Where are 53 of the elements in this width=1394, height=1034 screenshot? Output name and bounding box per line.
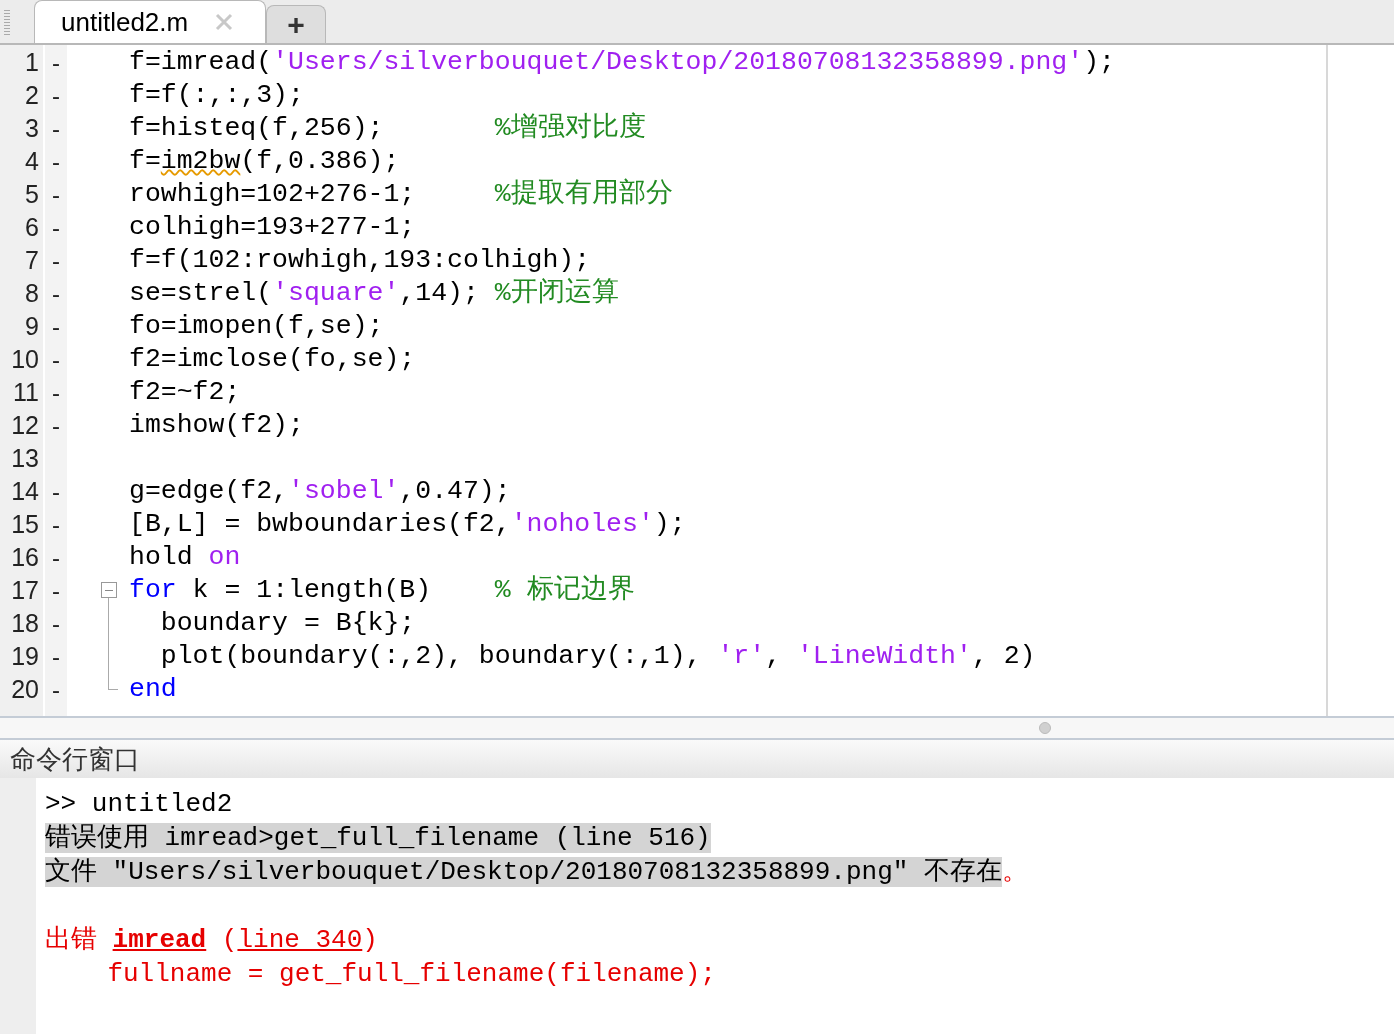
line-number: 10 <box>11 343 39 375</box>
code-line: for k = 1:length(B) % 标记边界 <box>129 574 635 607</box>
code-line: imshow(f2); <box>129 409 304 442</box>
code-line: f=f(102:rowhigh,193:colhigh); <box>129 244 591 277</box>
line-number: 8 <box>25 277 39 309</box>
code-line: end <box>129 673 177 706</box>
line-number: 12 <box>11 409 39 441</box>
panel-title: 命令行窗口 <box>10 742 140 776</box>
line-number: 13 <box>11 442 39 474</box>
line-number: 19 <box>11 640 39 672</box>
collapse-icon[interactable] <box>101 582 117 598</box>
code-line: f=f(:,:,3); <box>129 79 304 112</box>
code-line: rowhigh=102+276-1; %提取有用部分 <box>129 178 673 211</box>
code-line: [B,L] = bwboundaries(f2,'noholes'); <box>129 508 686 541</box>
line-number: 4 <box>25 145 39 177</box>
code-line: colhigh=193+277-1; <box>129 211 416 244</box>
error-text: ( <box>220 924 238 957</box>
line-number: 2 <box>25 79 39 111</box>
error-text: ) <box>362 924 378 957</box>
code-line: g=edge(f2,'sobel',0.47); <box>129 475 511 508</box>
line-number: 17 <box>11 574 39 606</box>
line-number: 9 <box>25 310 39 342</box>
line-number: 6 <box>25 211 39 243</box>
line-number: 16 <box>11 541 39 573</box>
code-line: f=im2bw(f,0.386); <box>129 145 400 178</box>
code-line: f2=imclose(fo,se); <box>129 343 416 376</box>
line-number: 5 <box>25 178 39 210</box>
error-text: 出错 <box>45 924 98 957</box>
line-number: 15 <box>11 508 39 540</box>
line-number: 7 <box>25 244 39 276</box>
code-line: plot(boundary(:,2), boundary(:,1), 'r', 'LineWidth', 2) <box>159 640 1036 673</box>
line-number: 11 <box>13 376 39 408</box>
line-number: 20 <box>11 673 39 705</box>
line-number: 3 <box>25 112 39 144</box>
console-line: >> untitled2 <box>45 788 233 821</box>
code-line: f2=~f2; <box>129 376 241 409</box>
code-line: f=imread('Users/silverbouquet/Desktop/20180708132358899.png'); <box>129 46 1115 79</box>
code-line: se=strel('square',14); %开闭运算 <box>129 277 619 310</box>
code-line: f=histeq(f,256); %增强对比度 <box>129 112 646 145</box>
code-line: fo=imopen(f,se); <box>129 310 384 343</box>
line-link[interactable]: line 340 <box>237 923 363 957</box>
line-number: 18 <box>11 607 39 639</box>
code-line: hold on <box>129 541 241 574</box>
file-tab[interactable]: untitled2.m <box>34 0 266 43</box>
close-icon[interactable] <box>214 12 235 32</box>
line-number: 14 <box>11 475 39 507</box>
line-number: 1 <box>25 46 39 78</box>
tab-label: untitled2.m <box>61 5 189 39</box>
new-tab-button[interactable]: + <box>266 5 326 43</box>
splitter-handle[interactable] <box>1039 722 1051 734</box>
error-link[interactable]: imread <box>112 923 207 957</box>
code-line: boundary = B{k}; <box>159 607 416 640</box>
console-line: fullname = get_full_filename(filename); <box>106 958 716 991</box>
